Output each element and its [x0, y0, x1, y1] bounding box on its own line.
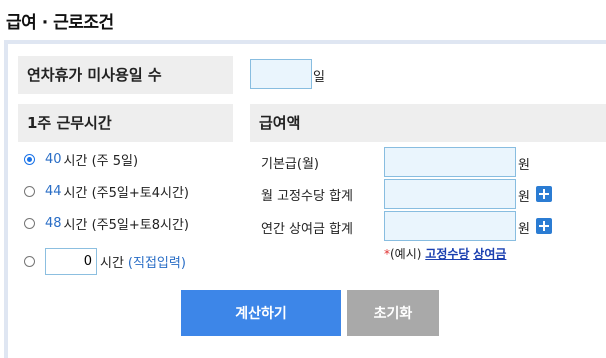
page-title: 급여 · 근로조건 [6, 13, 114, 33]
annual-bonus-unit: 원 [518, 222, 530, 237]
fixed-allowance-example-link[interactable]: 고정수당 [425, 247, 469, 261]
add-annual-bonus-icon[interactable] [536, 218, 552, 234]
fixed-allowance-label: 월 고정수당 합계 [261, 189, 353, 204]
hours-text-48: 시간 (주5일+토8시간) [63, 218, 189, 233]
hours-text-44: 시간 (주5일+토4시간) [63, 186, 189, 201]
unused-leave-label: 연차휴가 미사용일 수 [18, 56, 233, 94]
custom-hours-input[interactable] [45, 248, 97, 275]
hours-text-40: 시간 (주 5일) [63, 154, 139, 169]
custom-hours-hint: (직접입력) [127, 256, 186, 271]
unused-leave-input[interactable] [250, 59, 312, 89]
radio-48[interactable] [24, 218, 35, 229]
hours-option-40[interactable]: 40 시간 (주 5일) [24, 150, 138, 169]
base-pay-label: 기본급(월) [261, 157, 319, 172]
annual-bonus-input[interactable] [384, 211, 516, 241]
fixed-allowance-input[interactable] [384, 179, 516, 209]
hours-option-custom[interactable]: 시간 (직접입력) [24, 248, 186, 275]
reset-button[interactable]: 초기화 [347, 290, 439, 336]
hours-value-40: 40 [45, 152, 62, 167]
base-pay-unit: 원 [518, 158, 530, 173]
radio-custom[interactable] [24, 256, 35, 267]
example-note: *(예시) 고정수당 상여금 [384, 245, 506, 262]
fixed-allowance-unit: 원 [518, 190, 530, 205]
radio-44[interactable] [24, 186, 35, 197]
weekly-hours-header: 1주 근무시간 [18, 104, 233, 142]
add-fixed-allowance-icon[interactable] [536, 186, 552, 202]
hours-value-44: 44 [45, 184, 62, 199]
radio-40[interactable] [24, 154, 35, 165]
hours-option-48[interactable]: 48 시간 (주5일+토8시간) [24, 214, 189, 233]
unused-leave-unit: 일 [313, 70, 325, 85]
bonus-example-link[interactable]: 상여금 [473, 247, 506, 261]
wages-header: 급여액 [250, 104, 606, 142]
hours-option-44[interactable]: 44 시간 (주5일+토4시간) [24, 182, 189, 201]
annual-bonus-label: 연간 상여금 합계 [261, 222, 353, 237]
example-prefix: (예시) [390, 247, 422, 261]
base-pay-input[interactable] [384, 147, 516, 177]
custom-hours-unit: 시간 [100, 256, 124, 271]
calculate-button[interactable]: 계산하기 [181, 290, 341, 336]
hours-value-48: 48 [45, 216, 62, 231]
